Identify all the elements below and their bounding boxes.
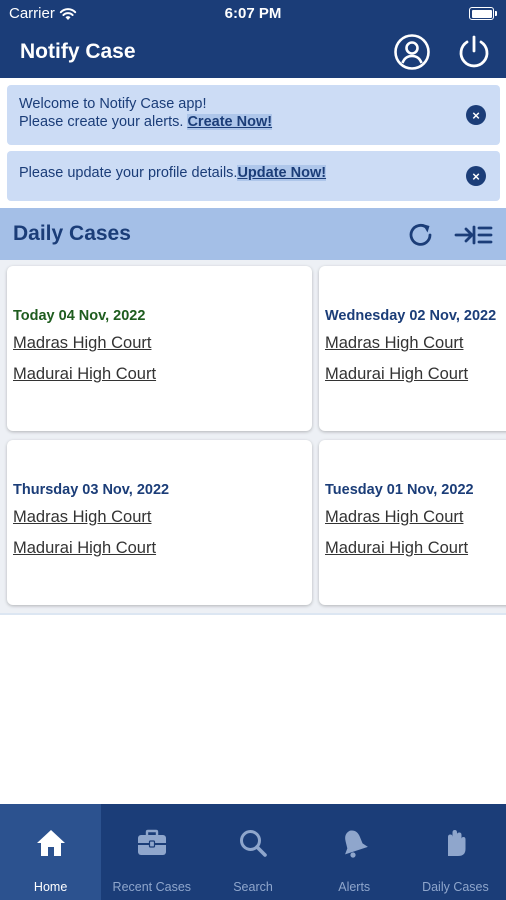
card-date: Today 04 Nov, 2022	[13, 308, 146, 324]
tab-search[interactable]: Search	[202, 804, 303, 900]
tab-label: Alerts	[338, 880, 371, 894]
create-now-link[interactable]: Create Now!	[187, 114, 273, 130]
card-date: Tuesday 01 Nov, 2022	[325, 482, 474, 498]
card-date: Thursday 03 Nov, 2022	[13, 482, 170, 498]
tab-home[interactable]: Home	[0, 804, 102, 900]
court-link[interactable]: Madurai High Court	[325, 365, 506, 384]
daily-case-card[interactable]: Today 04 Nov, 2022 Madras High Court Mad…	[7, 266, 312, 431]
update-now-link[interactable]: Update Now!	[237, 165, 327, 181]
court-link[interactable]: Madurai High Court	[13, 365, 312, 384]
tab-bar: Home Recent Cases Search Alerts Daily Ca…	[0, 804, 506, 900]
search-icon	[240, 830, 267, 857]
close-icon[interactable]: ×	[466, 166, 486, 186]
court-link[interactable]: Madras High Court	[13, 508, 312, 527]
hand-icon	[448, 830, 466, 856]
card-date: Wednesday 02 Nov, 2022	[325, 308, 497, 324]
refresh-icon	[409, 224, 432, 246]
section-title: Daily Cases	[13, 222, 131, 245]
court-link[interactable]: Madurai High Court	[13, 539, 312, 558]
court-link[interactable]: Madras High Court	[325, 334, 506, 353]
collapse-button[interactable]	[454, 220, 494, 250]
close-icon[interactable]: ×	[466, 105, 486, 125]
app-header: Carrier 6:07 PM Notify Case	[0, 0, 506, 78]
profile-icon	[394, 34, 430, 70]
profile-banner: Please update your profile details.Updat…	[7, 151, 500, 201]
battery-icon	[469, 7, 497, 20]
tab-label: Recent Cases	[112, 880, 192, 894]
court-link[interactable]: Madras High Court	[13, 334, 312, 353]
daily-cases-grid: Today 04 Nov, 2022 Madras High Court Mad…	[0, 260, 506, 615]
court-link[interactable]: Madurai High Court	[325, 539, 506, 558]
status-time: 6:07 PM	[224, 5, 282, 22]
tab-label: Search	[233, 880, 273, 894]
tab-alerts[interactable]: Alerts	[304, 804, 405, 900]
daily-case-card[interactable]: Tuesday 01 Nov, 2022 Madras High Court M…	[319, 440, 506, 605]
refresh-button[interactable]	[406, 220, 436, 250]
welcome-banner: Welcome to Notify Case app! Please creat…	[7, 85, 500, 145]
tab-label: Home	[33, 880, 68, 894]
tab-recent-cases[interactable]: Recent Cases	[101, 804, 202, 900]
home-icon	[36, 830, 65, 856]
profile-button[interactable]	[393, 33, 431, 71]
status-bar: Carrier 6:07 PM	[0, 0, 506, 28]
bell-icon	[345, 830, 369, 858]
daily-cases-header: Daily Cases	[0, 208, 506, 260]
tab-daily-cases[interactable]: Daily Cases	[405, 804, 506, 900]
briefcase-icon	[137, 829, 166, 855]
arrow-right-to-list-icon	[454, 225, 493, 245]
logout-button[interactable]	[455, 33, 493, 71]
daily-case-card[interactable]: Wednesday 02 Nov, 2022 Madras High Court…	[319, 266, 506, 431]
app-title: Notify Case	[20, 40, 136, 63]
power-icon	[459, 35, 489, 68]
update-profile-text: Please update your profile details.	[19, 165, 238, 181]
create-alerts-text: Please create your alerts.	[19, 114, 188, 130]
daily-case-card[interactable]: Thursday 03 Nov, 2022 Madras High Court …	[7, 440, 312, 605]
court-link[interactable]: Madras High Court	[325, 508, 506, 527]
welcome-text: Welcome to Notify Case app!	[19, 96, 207, 112]
tab-label: Daily Cases	[422, 880, 489, 894]
